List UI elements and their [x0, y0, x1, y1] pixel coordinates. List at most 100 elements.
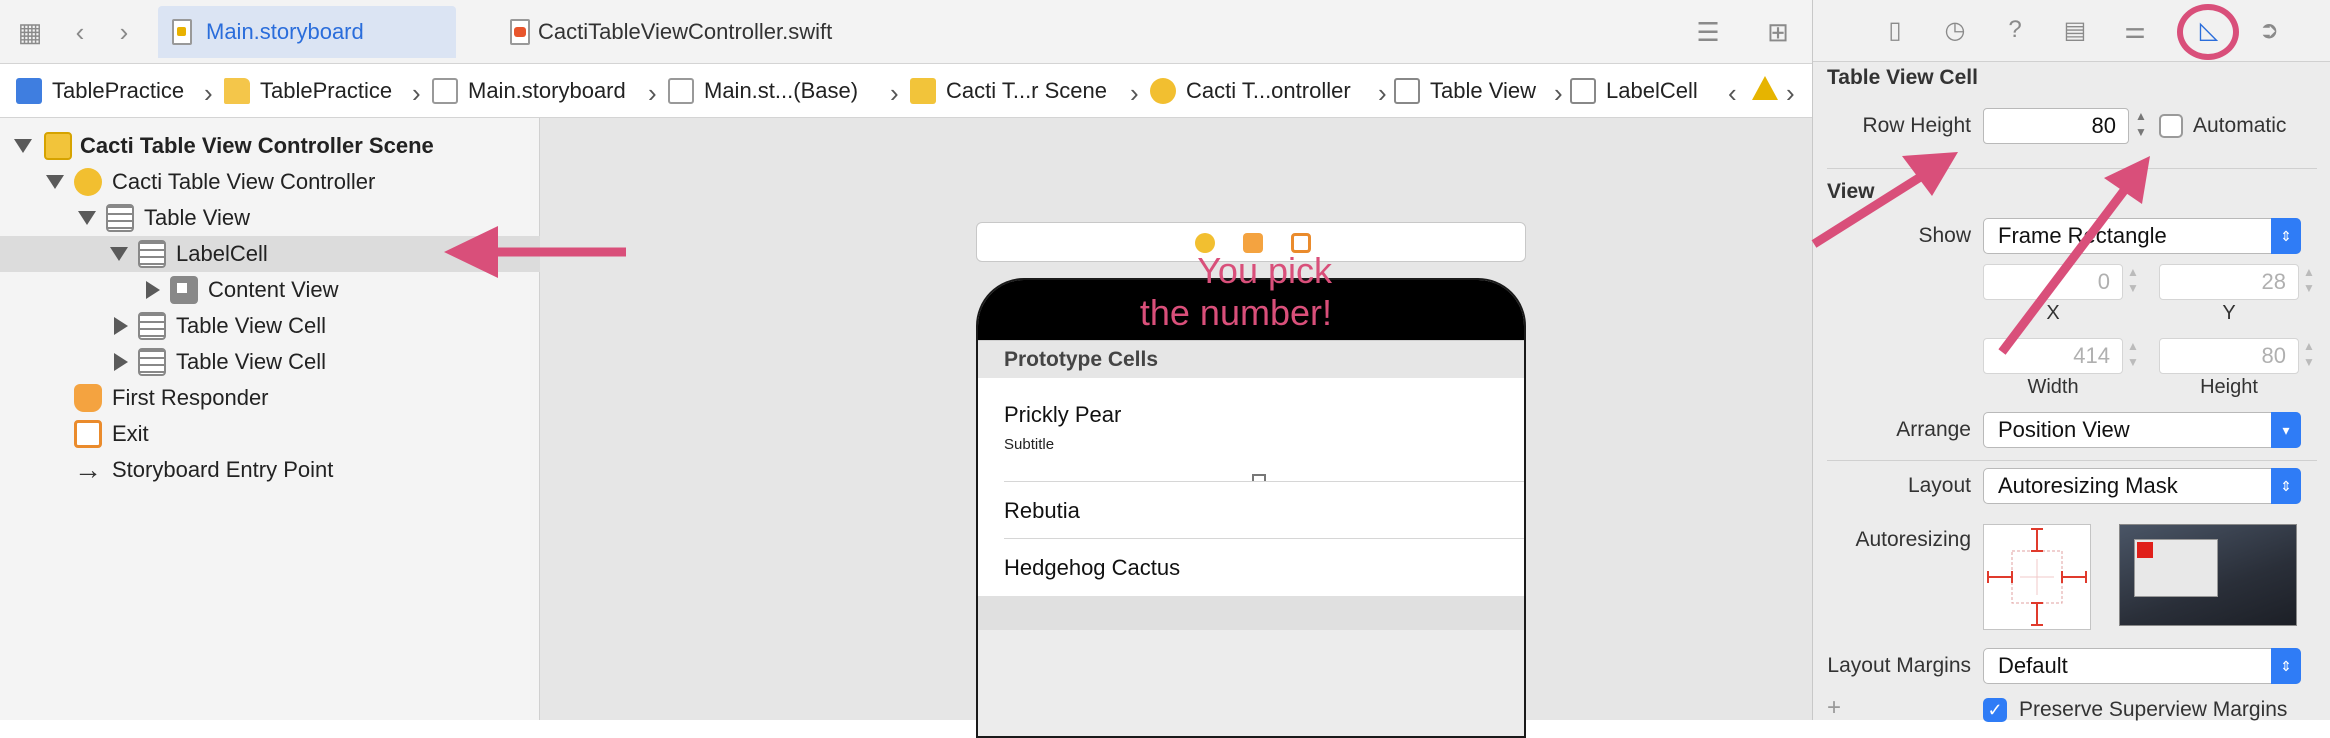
cell-title: Prickly Pear — [1004, 402, 1122, 427]
outline-item-table-view-cell[interactable]: Table View Cell — [0, 308, 540, 344]
disclosure-down-icon[interactable] — [14, 139, 32, 153]
outline-item-entry-point[interactable]: → Storyboard Entry Point — [0, 452, 540, 488]
table-cell-icon — [138, 348, 166, 376]
disclosure-down-icon[interactable] — [110, 247, 128, 261]
breadcrumb-base[interactable]: Main.st...(Base) — [668, 74, 858, 108]
autoresizing-mask-editor[interactable] — [1983, 524, 2091, 630]
x-stepper[interactable]: ▲ ▼ — [2125, 264, 2141, 300]
cell-title: Hedgehog Cactus — [1004, 555, 1181, 580]
outline-item-table-view[interactable]: Table View — [0, 200, 540, 236]
table-row[interactable]: Prickly Pear Subtitle — [978, 378, 1524, 488]
storyboard-file-icon — [668, 78, 694, 104]
height-label: Height — [2200, 376, 2258, 398]
section-title-view: View — [1827, 180, 1875, 203]
editor-options-icon[interactable]: ☰ — [1690, 14, 1726, 50]
table-row[interactable]: Rebutia — [978, 482, 1524, 539]
outline-item-exit[interactable]: Exit — [0, 416, 540, 452]
breadcrumb-scene[interactable]: Cacti T...r Scene — [910, 74, 1107, 108]
automatic-checkbox[interactable] — [2159, 114, 2183, 138]
attributes-inspector-icon[interactable]: ⚌ — [2119, 14, 2151, 46]
breadcrumb-controller[interactable]: Cacti T...ontroller — [1150, 74, 1351, 108]
breadcrumb-tableview[interactable]: Table View — [1394, 74, 1536, 108]
row-height-stepper[interactable]: ▲ ▼ — [2133, 108, 2149, 144]
breadcrumb-storyboard[interactable]: Main.storyboard — [432, 74, 626, 108]
layout-margins-label: Layout Margins — [1827, 654, 1971, 677]
scene-icon — [44, 132, 72, 160]
tab-main-storyboard[interactable]: Main.storyboard — [158, 6, 456, 58]
device-frame: Prototype Cells Prickly Pear Subtitle Re… — [976, 278, 1526, 738]
outline-item-controller[interactable]: Cacti Table View Controller — [0, 164, 540, 200]
outline-item-scene[interactable]: Cacti Table View Controller Scene — [0, 128, 540, 164]
layout-popup[interactable]: Autoresizing Mask ⇕ — [1983, 468, 2301, 504]
breadcrumb-separator: › — [1378, 78, 1387, 108]
disclosure-right-icon[interactable] — [146, 281, 160, 299]
chevron-down-icon: ▾ — [2271, 412, 2301, 448]
breadcrumb-separator: › — [1130, 78, 1139, 108]
issue-back-icon[interactable]: ‹ — [1728, 78, 1737, 109]
scene-icon — [910, 78, 936, 104]
x-field[interactable]: 0 — [1983, 264, 2123, 300]
width-field[interactable]: 414 — [1983, 338, 2123, 374]
show-popup[interactable]: Frame Rectangle ⇕ — [1983, 218, 2301, 254]
autoresizing-label: Autoresizing — [1855, 528, 1971, 551]
annotation-text: You pick the number! — [1139, 250, 1332, 333]
disclosure-right-icon[interactable] — [114, 317, 128, 335]
storyboard-file-icon — [172, 19, 192, 45]
x-label: X — [2046, 302, 2060, 324]
disclosure-right-icon[interactable] — [114, 353, 128, 371]
table-view-icon — [1394, 78, 1420, 104]
swift-file-icon — [510, 19, 530, 45]
table-row[interactable]: Hedgehog Cactus — [978, 539, 1524, 596]
highlight-circle — [2177, 4, 2239, 60]
tab-label: Main.storyboard — [206, 19, 364, 44]
warning-icon[interactable] — [1752, 76, 1778, 100]
table-view-icon — [106, 204, 134, 232]
add-icon[interactable]: + — [1827, 694, 1841, 722]
cell-title: Rebutia — [1004, 498, 1080, 523]
disclosure-down-icon[interactable] — [46, 175, 64, 189]
add-editor-icon[interactable]: ⊞ — [1760, 14, 1796, 50]
breadcrumb-separator: › — [412, 78, 421, 108]
y-field[interactable]: 28 — [2159, 264, 2299, 300]
storyboard-canvas[interactable]: Prototype Cells Prickly Pear Subtitle Re… — [540, 118, 1812, 738]
outline-item-content-view[interactable]: Content View — [0, 272, 540, 308]
controller-icon — [1150, 78, 1176, 104]
autoresizing-preview — [2119, 524, 2297, 626]
outline-item-first-responder[interactable]: First Responder — [0, 380, 540, 416]
arrange-popup[interactable]: Position View ▾ — [1983, 412, 2301, 448]
document-outline: Cacti Table View Controller Scene Cacti … — [0, 118, 540, 720]
forward-icon[interactable]: › — [106, 14, 142, 50]
width-stepper[interactable]: ▲ ▼ — [2125, 338, 2141, 374]
issue-forward-icon[interactable]: › — [1786, 78, 1795, 109]
breadcrumb-project[interactable]: TablePractice — [16, 74, 184, 108]
section-title-table-view-cell: Table View Cell — [1827, 66, 1978, 89]
chevron-updown-icon: ⇕ — [2271, 648, 2301, 684]
table-cell-icon — [1570, 78, 1596, 104]
layout-margins-popup[interactable]: Default ⇕ — [1983, 648, 2301, 684]
tab-swift-file[interactable]: CactiTableViewController.swift — [496, 6, 996, 58]
identity-inspector-icon[interactable]: ▤ — [2059, 14, 2091, 46]
help-inspector-icon[interactable]: ? — [1999, 14, 2031, 46]
height-field[interactable]: 80 — [2159, 338, 2299, 374]
divider — [1827, 168, 2317, 169]
outline-item-table-view-cell[interactable]: Table View Cell — [0, 344, 540, 380]
jump-bar: TablePractice › TablePractice › Main.sto… — [0, 64, 1812, 118]
file-inspector-icon[interactable]: ▯ — [1879, 14, 1911, 46]
entry-point-arrow-icon: → — [74, 454, 102, 485]
table-cell-icon — [138, 312, 166, 340]
outline-item-labelcell[interactable]: LabelCell — [0, 236, 540, 272]
preserve-margins-checkbox[interactable]: ✓ — [1983, 698, 2007, 722]
breadcrumb-folder[interactable]: TablePractice — [224, 74, 392, 108]
history-inspector-icon[interactable]: ◷ — [1939, 14, 1971, 46]
breadcrumb-labelcell[interactable]: LabelCell — [1570, 74, 1698, 108]
connections-inspector-icon[interactable]: ➲ — [2253, 14, 2285, 46]
autoresizing-struts-icon — [1987, 528, 2087, 626]
inspector-tabs: ▯ ◷ ? ▤ ⚌ ◺ ➲ — [1813, 0, 2330, 62]
disclosure-down-icon[interactable] — [78, 211, 96, 225]
y-stepper[interactable]: ▲ ▼ — [2301, 264, 2317, 300]
back-icon[interactable]: ‹ — [62, 14, 98, 50]
grid-icon[interactable]: ▦ — [12, 14, 48, 50]
height-stepper[interactable]: ▲ ▼ — [2301, 338, 2317, 374]
chevron-updown-icon: ⇕ — [2271, 218, 2301, 254]
row-height-field[interactable]: 80 — [1983, 108, 2129, 144]
